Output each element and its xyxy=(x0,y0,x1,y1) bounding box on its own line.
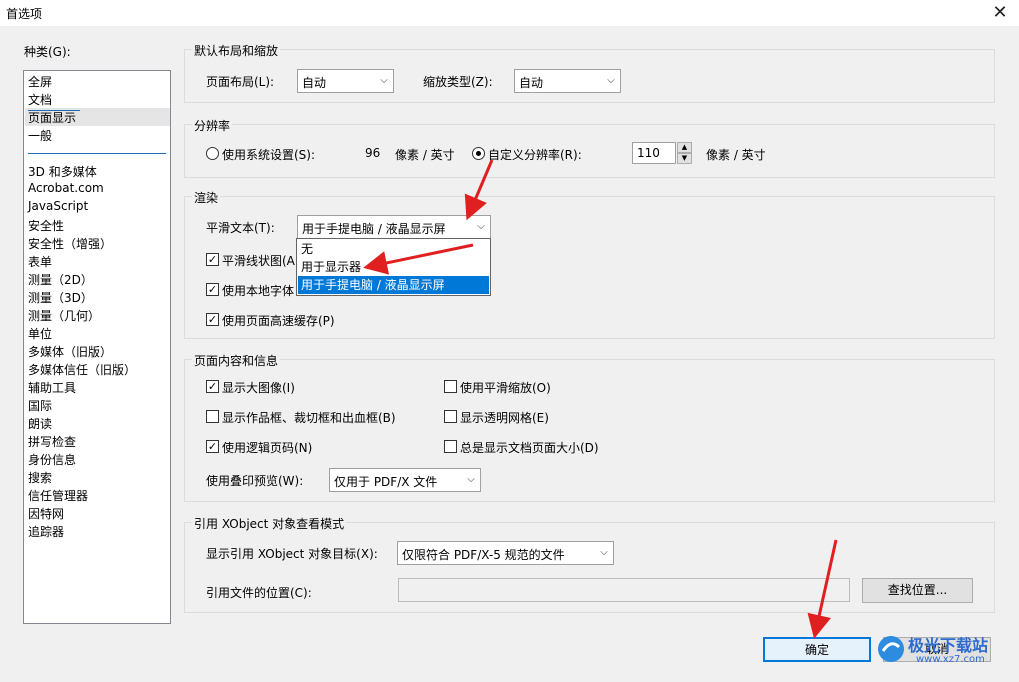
watermark-logo-icon xyxy=(878,636,904,662)
watermark-url: www.xz7.com xyxy=(916,654,985,665)
arrow-to-ok-button xyxy=(807,539,838,639)
watermark-text: 极光下载站 xyxy=(908,636,989,655)
annotation-arrows xyxy=(363,159,838,639)
watermark: 极光下载站 www.xz7.com xyxy=(876,630,1006,674)
arrow-to-smooth-text xyxy=(464,159,494,221)
arrow-to-display-option xyxy=(363,243,474,275)
